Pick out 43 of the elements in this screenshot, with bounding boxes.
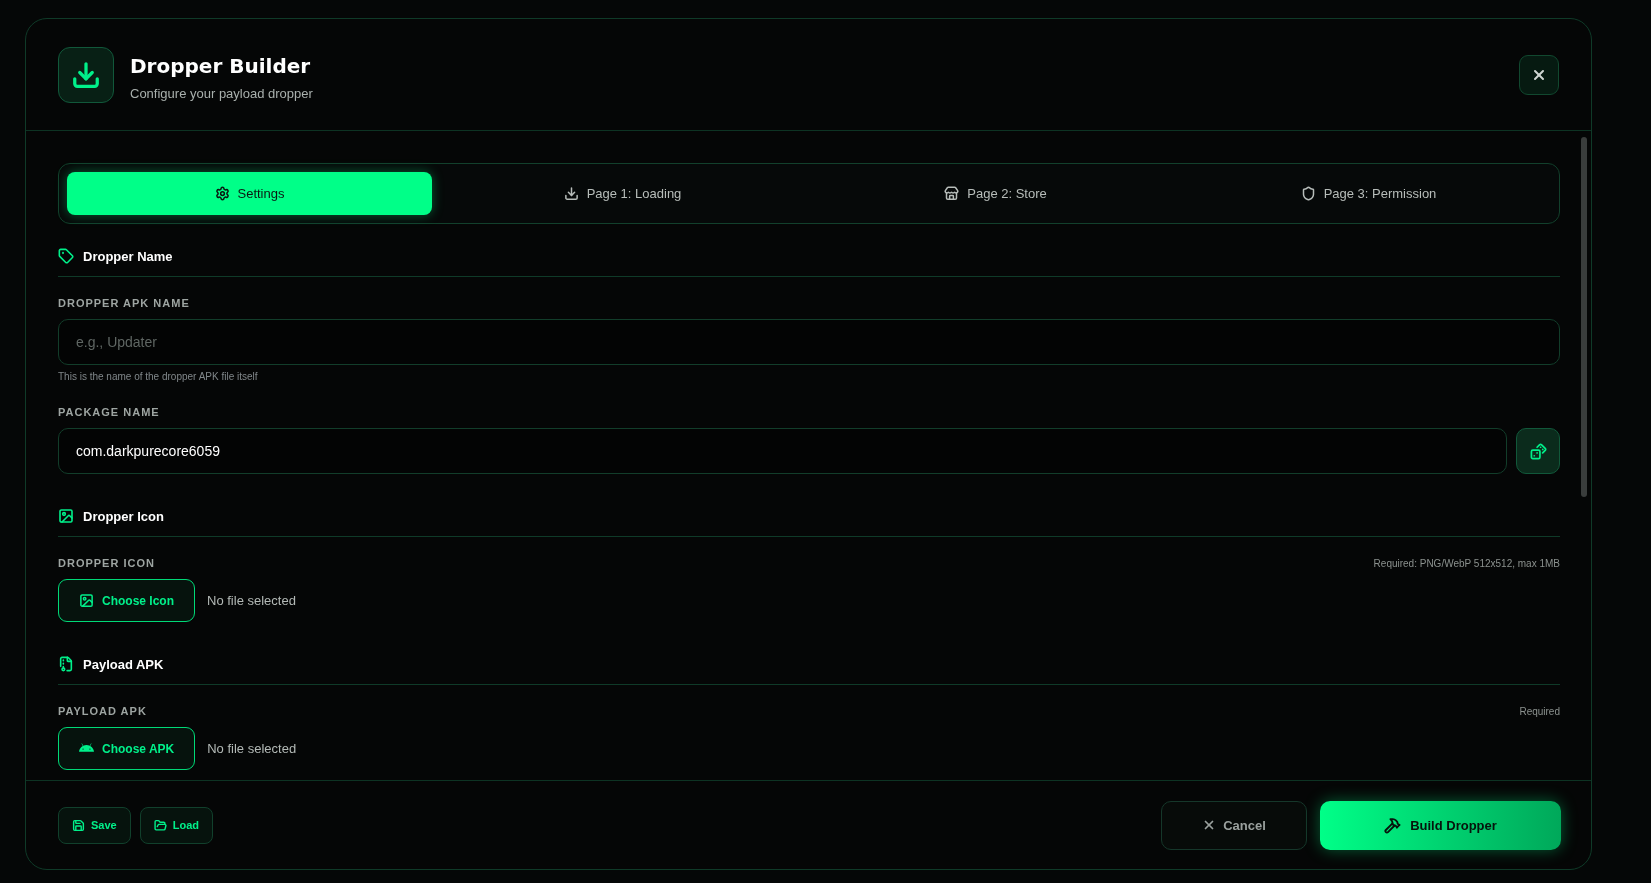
field-hint: This is the name of the dropper APK file itself — [58, 371, 259, 382]
field-label: DROPPER ICON — [58, 557, 155, 569]
input-field[interactable]: com.darkpurecore6059 — [58, 428, 1507, 474]
section-title: Payload APK — [83, 656, 164, 672]
field-label: DROPPER APK NAME — [58, 297, 190, 309]
choose-file-button[interactable]: Choose APK — [58, 727, 196, 770]
section-title: Dropper Icon — [83, 508, 164, 524]
dialog-subtitle: Configure your payload dropper — [130, 86, 314, 101]
input-field[interactable]: e.g., Updater — [58, 319, 1560, 365]
tab[interactable]: Page 3: Permission — [1186, 172, 1551, 215]
section-title: Dropper Name — [83, 248, 173, 264]
load-button[interactable]: Load — [139, 806, 213, 844]
store-icon — [944, 186, 960, 201]
folder-icon — [153, 818, 167, 832]
dice-icon — [1529, 442, 1547, 460]
close-icon — [1531, 67, 1547, 83]
scrollbar-thumb[interactable] — [1581, 137, 1587, 497]
tab[interactable]: Settings — [67, 172, 432, 215]
download-icon — [563, 186, 579, 201]
file-status: No file selected — [207, 741, 297, 756]
field-note: Required: PNG/WebP 512x512, max 1MB — [1373, 557, 1560, 569]
close-button[interactable] — [1519, 55, 1559, 95]
cancel-button[interactable]: Cancel — [1161, 800, 1307, 850]
field-note: Required — [1519, 705, 1560, 717]
tag-icon — [58, 248, 74, 264]
floppy-icon — [72, 818, 85, 832]
image-icon — [79, 593, 94, 608]
shield-icon — [1300, 186, 1316, 201]
tab[interactable]: Page 2: Store — [813, 172, 1178, 215]
download-icon — [58, 47, 114, 103]
field-label: PAYLOAD APK — [58, 705, 147, 717]
choose-file-button[interactable]: Choose Icon — [58, 579, 195, 622]
dialog-title: Dropper Builder — [130, 54, 312, 78]
file-icon — [58, 656, 74, 672]
build-button[interactable]: Build Dropper — [1320, 800, 1561, 850]
settings-icon — [214, 186, 230, 201]
file-status: No file selected — [207, 593, 296, 608]
generate-button[interactable] — [1516, 428, 1560, 474]
save-button[interactable]: Save — [58, 806, 131, 844]
hammer-icon — [1384, 816, 1402, 834]
field-label: PACKAGE NAME — [58, 406, 160, 418]
tab[interactable]: Page 1: Loading — [440, 172, 805, 215]
image-icon — [58, 508, 74, 524]
